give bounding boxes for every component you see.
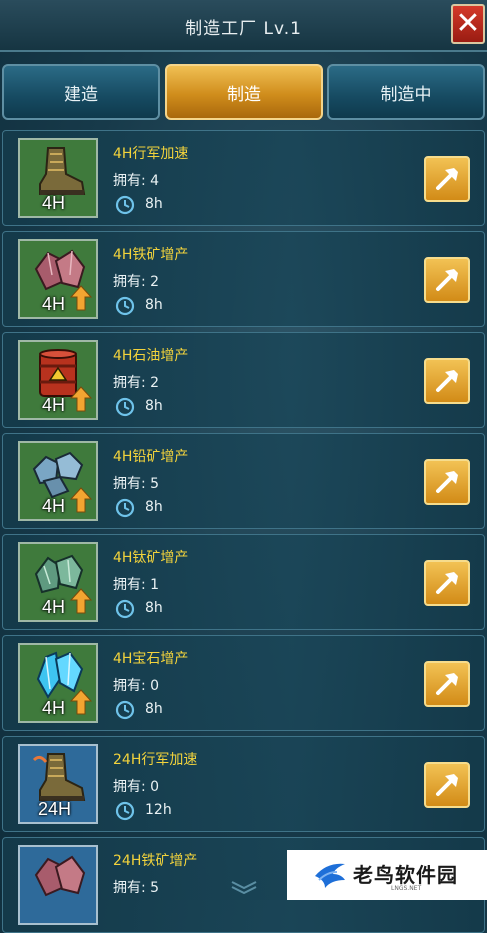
duration-label: 4H (42, 294, 66, 314)
item-name: 4H行军加速 (113, 146, 189, 162)
arrow-up-icon (70, 689, 92, 715)
duration-label: 4H (42, 193, 66, 213)
clock-icon (115, 296, 135, 316)
duration-label: 4H (42, 698, 66, 718)
arrow-up-icon (70, 285, 92, 311)
item-icon-frame: 4H (18, 239, 98, 319)
list-item[interactable]: 4H 4H行军加速 拥有: 4 8h (2, 130, 485, 226)
hammer-icon (436, 572, 458, 594)
item-name: 4H铅矿增产 (113, 449, 189, 465)
item-icon-frame: 4H (18, 340, 98, 420)
list-item[interactable]: 24H 24H行军加速 拥有: 0 12h (2, 736, 485, 832)
owned-count: 拥有: 1 (113, 577, 160, 593)
owned-count: 拥有: 4 (113, 173, 160, 189)
item-name: 4H宝石增产 (113, 651, 189, 667)
hammer-icon (436, 471, 458, 493)
close-button[interactable]: ✕ (451, 4, 485, 44)
hammer-icon (436, 774, 458, 796)
owned-count: 拥有: 0 (113, 678, 160, 694)
item-name: 4H铁矿增产 (113, 247, 189, 263)
owned-count: 拥有: 5 (113, 476, 160, 492)
craft-button[interactable] (424, 762, 470, 808)
duration-label: 4H (42, 597, 66, 617)
hammer-icon (436, 673, 458, 695)
boot-icon (32, 753, 86, 801)
item-icon-frame: 24H (18, 744, 98, 824)
craft-button[interactable] (424, 358, 470, 404)
item-name: 4H钛矿增产 (113, 550, 189, 566)
tab-bar: 建造 制造 制造中 (2, 64, 485, 122)
clock-icon (115, 195, 135, 215)
item-icon-frame: 4H (18, 441, 98, 521)
watermark-url: LNGS.NET (391, 885, 422, 892)
iron-ore-icon (34, 855, 86, 897)
close-icon: ✕ (455, 6, 481, 41)
duration-label: 24H (38, 799, 72, 819)
clock-icon (115, 700, 135, 720)
title-bar: 制造工厂 Lv.1 ✕ (0, 0, 487, 52)
item-name: 24H行军加速 (113, 752, 198, 768)
hammer-icon (436, 269, 458, 291)
owned-count: 拥有: 2 (113, 375, 160, 391)
craft-time: 8h (145, 297, 163, 313)
craft-time: 8h (145, 701, 163, 717)
list-item[interactable]: 4H 4H铁矿增产 拥有: 2 8h (2, 231, 485, 327)
duration-label: 4H (42, 395, 66, 415)
clock-icon (115, 599, 135, 619)
clock-icon (115, 801, 135, 821)
watermark: 老鸟软件园 LNGS.NET (287, 850, 487, 900)
boot-icon (39, 147, 86, 195)
craft-button[interactable] (424, 661, 470, 707)
watermark-name: 老鸟软件园 (353, 863, 458, 887)
tab-in-production[interactable]: 制造中 (327, 64, 485, 120)
list-item[interactable]: 4H 4H钛矿增产 拥有: 1 8h (2, 534, 485, 630)
craft-time: 8h (145, 196, 163, 212)
craft-button[interactable] (424, 560, 470, 606)
item-icon-frame: 4H (18, 138, 98, 218)
item-icon-frame: 4H (18, 643, 98, 723)
craft-button[interactable] (424, 156, 470, 202)
craft-button[interactable] (424, 459, 470, 505)
tab-build[interactable]: 建造 (2, 64, 160, 120)
owned-count: 拥有: 2 (113, 274, 160, 290)
clock-icon (115, 397, 135, 417)
duration-label: 4H (42, 496, 66, 516)
craft-time: 12h (145, 802, 172, 818)
page-title: 制造工厂 Lv.1 (185, 19, 302, 39)
craft-time: 8h (145, 600, 163, 616)
scroll-down-icon[interactable] (228, 880, 260, 894)
item-icon-frame: 4H (18, 542, 98, 622)
arrow-up-icon (70, 487, 92, 513)
owned-count: 拥有: 5 (113, 880, 160, 896)
list-item[interactable]: 4H 4H宝石增产 拥有: 0 8h (2, 635, 485, 731)
owned-count: 拥有: 0 (113, 779, 160, 795)
craft-button[interactable] (424, 257, 470, 303)
arrow-up-icon (70, 588, 92, 614)
list-item[interactable]: 4H 4H铅矿增产 拥有: 5 8h (2, 433, 485, 529)
bird-logo-icon (315, 863, 345, 888)
item-name: 4H石油增产 (113, 348, 189, 364)
craft-time: 8h (145, 398, 163, 414)
list-item[interactable]: 4H 4H石油增产 拥有: 2 8h (2, 332, 485, 428)
item-icon-frame (18, 845, 98, 925)
hammer-icon (436, 370, 458, 392)
item-name: 24H铁矿增产 (113, 853, 198, 869)
arrow-up-icon (70, 386, 92, 412)
hammer-icon (436, 168, 458, 190)
clock-icon (115, 498, 135, 518)
craft-time: 8h (145, 499, 163, 515)
tab-manufacture[interactable]: 制造 (165, 64, 323, 120)
